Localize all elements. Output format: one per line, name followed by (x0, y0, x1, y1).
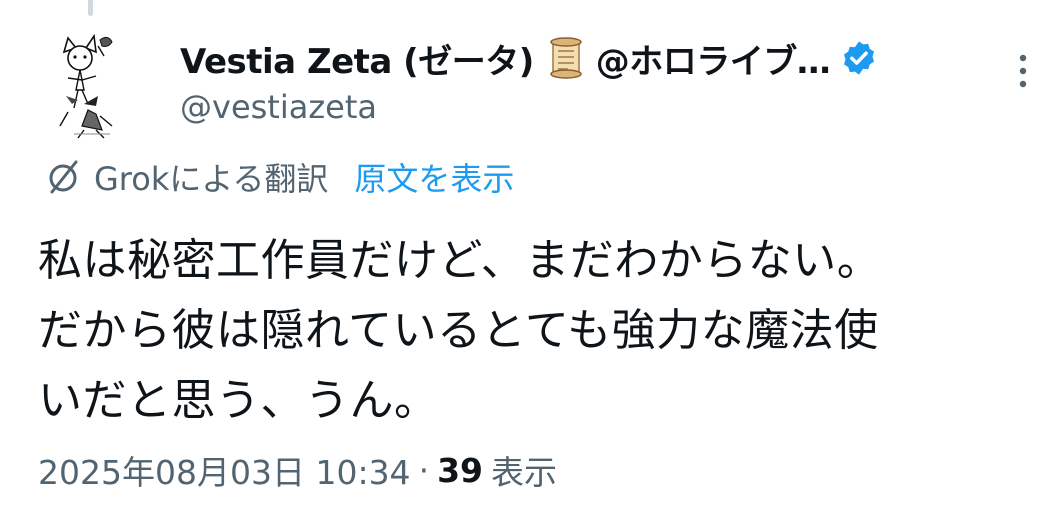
translation-bar: Grokによる翻訳 原文を表示 (44, 154, 514, 200)
show-original-link[interactable]: 原文を表示 (354, 154, 514, 200)
translation-label: Grokによる翻訳 (94, 160, 329, 198)
tweet-meta: 2025年08月03日 10:34 · 39 表示 (38, 446, 557, 494)
verified-badge-icon[interactable] (840, 39, 878, 77)
more-dots-icon (1019, 54, 1027, 88)
view-count: 39 (437, 450, 483, 490)
tweet-text-line: いだと思う、うん。 (38, 375, 439, 426)
author-display-name[interactable]: Vestia Zeta (ゼータ) (180, 34, 534, 83)
tweet-timestamp[interactable]: 2025年08月03日 10:34 (38, 446, 411, 494)
tweet-text-line: 私は秘密工作員だけど、まだわからない。 (38, 235, 882, 286)
author-name-suffix[interactable]: @ホロライブ… (596, 34, 831, 83)
thread-connector-line (88, 0, 93, 16)
author-handle[interactable]: @vestiazeta (180, 88, 980, 126)
tweet-header: Vestia Zeta (ゼータ) @ホロライブ… @vestiazeta (180, 30, 980, 126)
tweet-text-line: だから彼は隠れているとても強力な魔法使 (38, 305, 879, 356)
scroll-icon (546, 36, 586, 80)
meta-separator: · (418, 450, 430, 490)
avatar-image (59, 33, 113, 139)
avatar[interactable] (38, 30, 134, 142)
view-count-label: 表示 (491, 453, 557, 492)
tweet-text: 私は秘密工作員だけど、まだわからない。 だから彼は隠れているとても強力な魔法使 … (38, 226, 1028, 436)
author-name-row: Vestia Zeta (ゼータ) @ホロライブ… (180, 30, 980, 86)
more-options-button[interactable] (1012, 50, 1034, 94)
grok-icon (44, 157, 82, 197)
